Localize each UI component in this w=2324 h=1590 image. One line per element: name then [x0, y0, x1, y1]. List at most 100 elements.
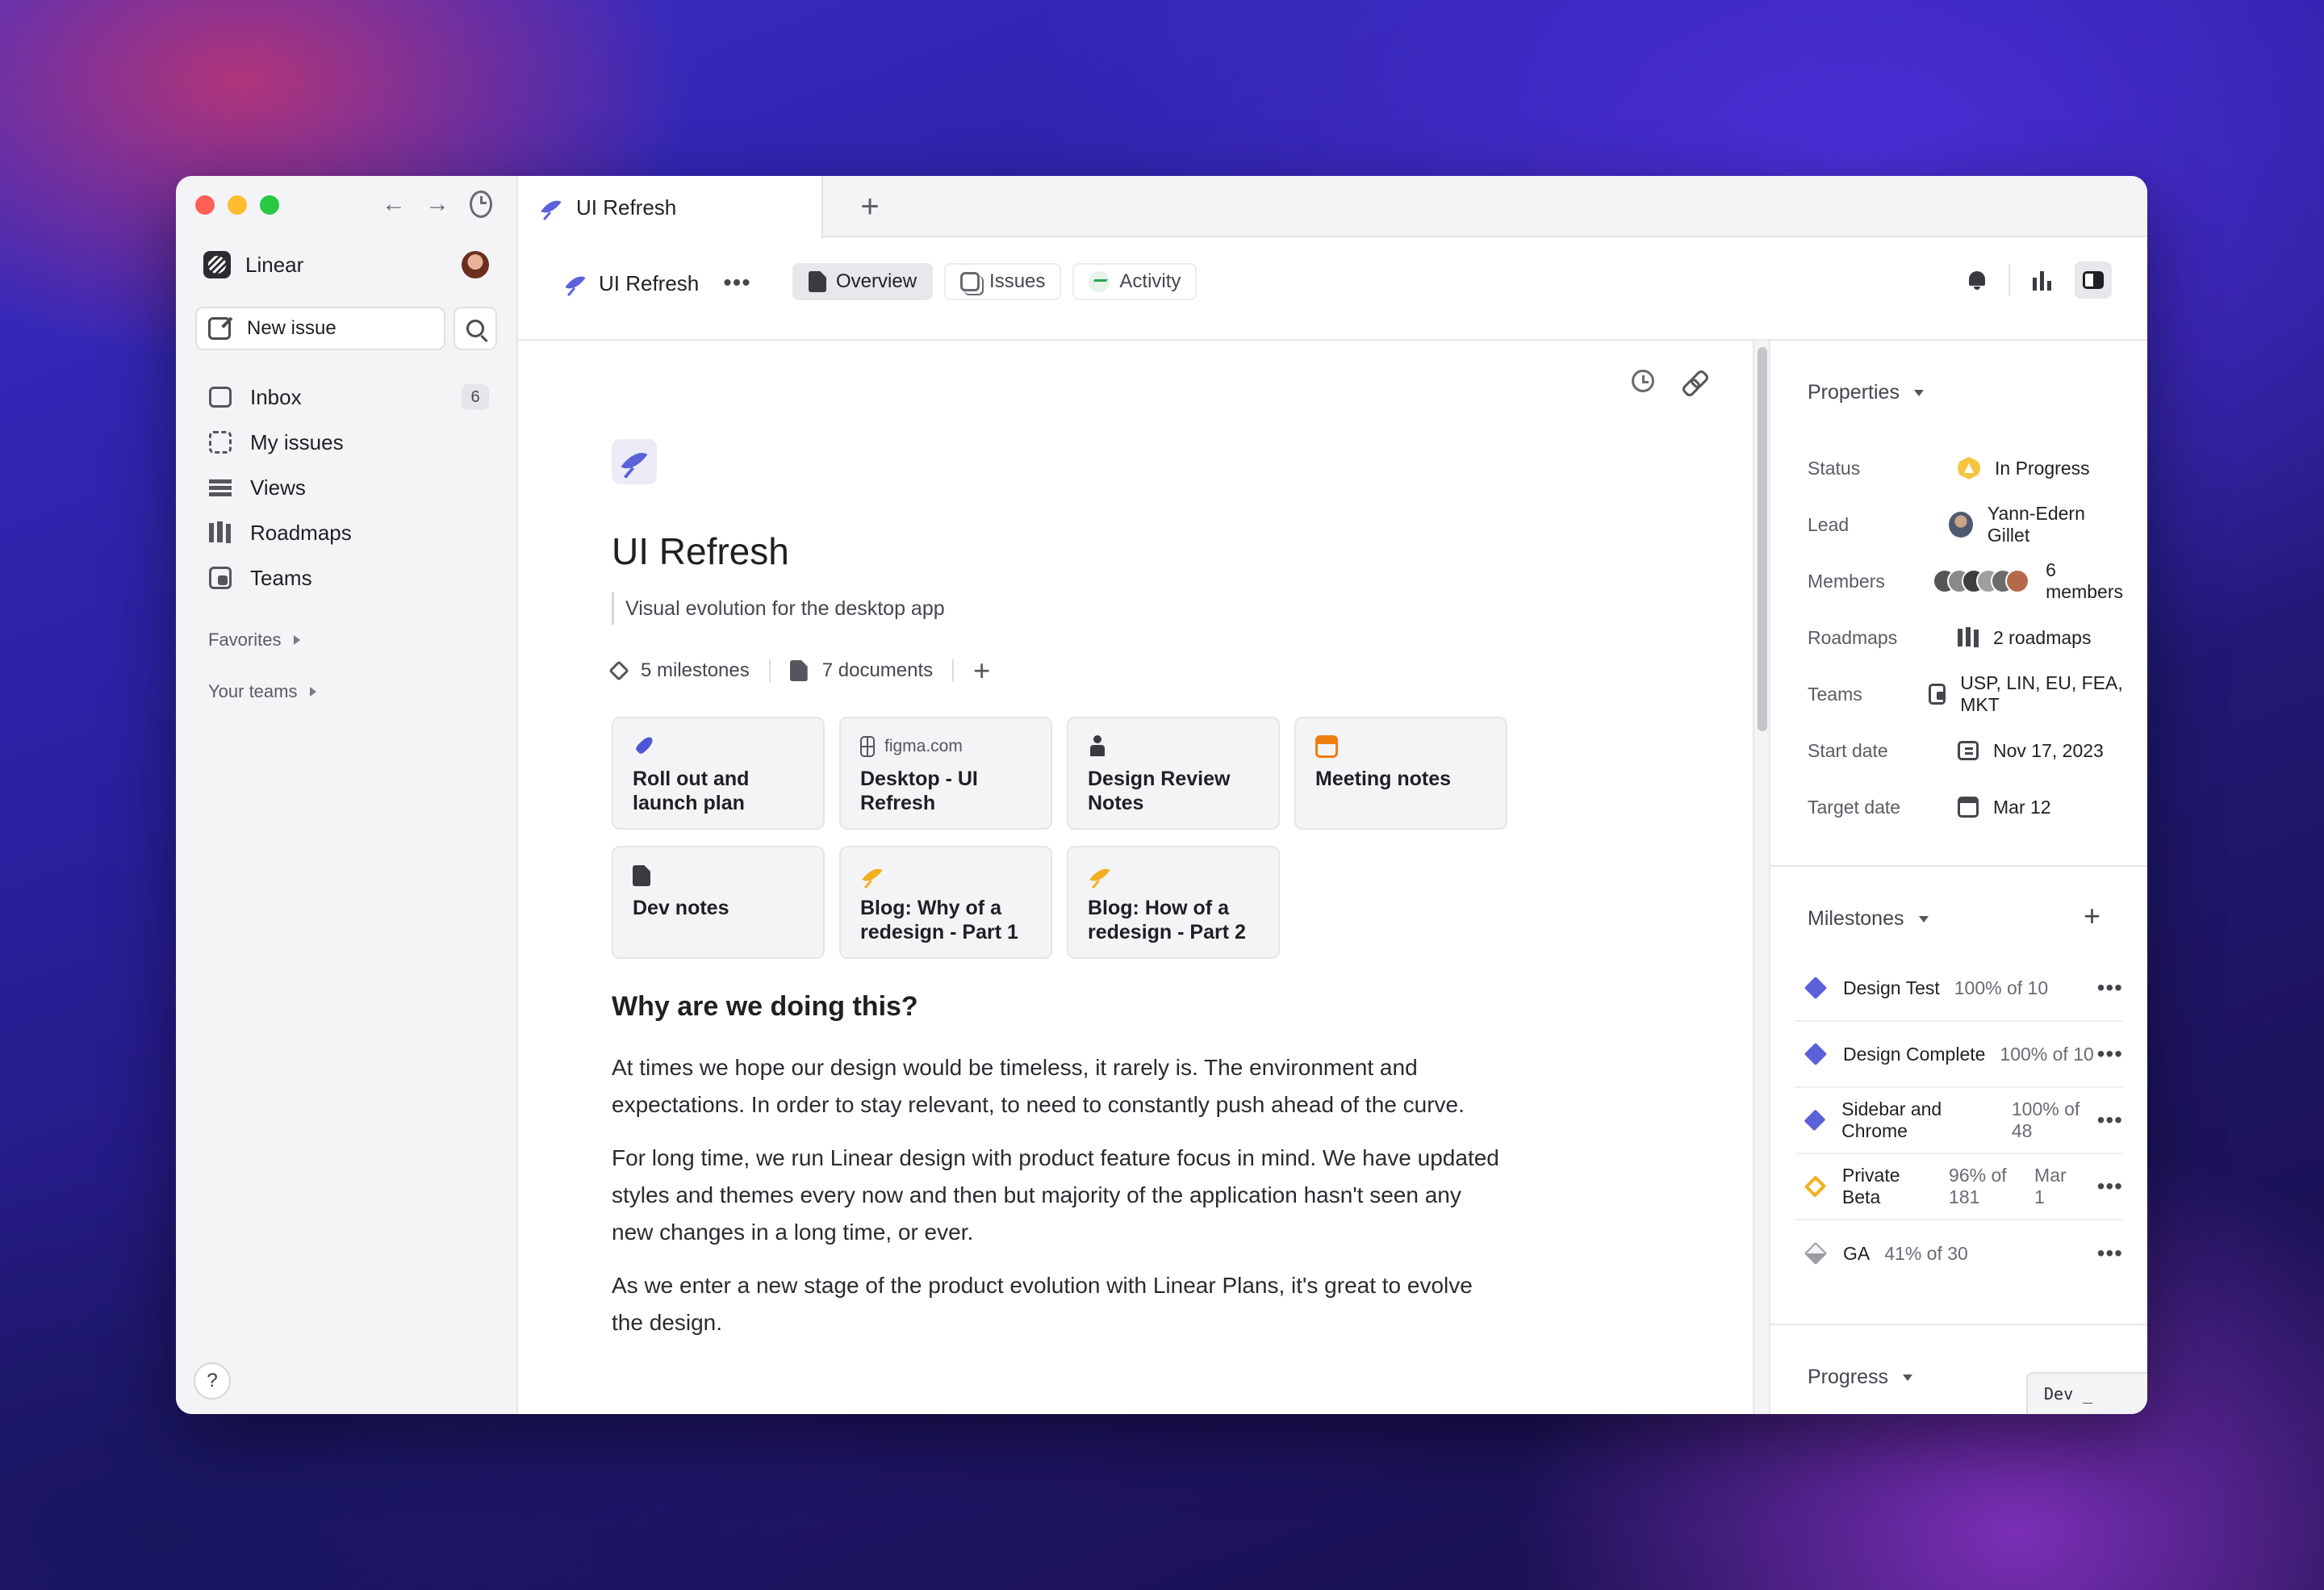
milestones-header[interactable]: Milestones: [1808, 907, 1929, 931]
workspace-switcher[interactable]: Linear: [203, 247, 489, 282]
tab-label: UI Refresh: [576, 195, 677, 220]
sidebar-item-my-issues[interactable]: My issues: [195, 420, 497, 465]
document-card[interactable]: Blog: How of a redesign - Part 2: [1067, 846, 1280, 959]
milestone-row[interactable]: GA 41% of 30 •••: [1795, 1220, 2123, 1287]
favorites-label: Favorites: [208, 630, 282, 650]
favorites-section[interactable]: Favorites: [208, 630, 301, 651]
zoom-window-button[interactable]: [260, 195, 279, 215]
property-roadmaps[interactable]: Roadmaps 2 roadmaps: [1808, 621, 2123, 654]
tab-bar: UI Refresh +: [518, 176, 2147, 239]
milestone-more-button[interactable]: •••: [2097, 1174, 2123, 1199]
new-issue-button[interactable]: New issue: [195, 307, 445, 350]
person-icon: [1088, 735, 1107, 758]
document-icon: [809, 271, 826, 292]
your-teams-label: Your teams: [208, 681, 298, 701]
paragraph: As we enter a new stage of the product e…: [612, 1273, 1473, 1335]
property-teams[interactable]: Teams USP, LIN, EU, FEA, MKT: [1808, 672, 2123, 715]
linear-logo-icon: [203, 251, 231, 278]
documents-count-link[interactable]: 7 documents: [822, 659, 933, 682]
more-options-button[interactable]: •••: [723, 270, 751, 297]
milestone-row[interactable]: Sidebar and Chrome 100% of 48 •••: [1795, 1088, 2123, 1154]
scrollbar[interactable]: [1753, 341, 1769, 1414]
milestone-name: GA: [1843, 1242, 1870, 1264]
milestone-more-button[interactable]: •••: [2097, 1041, 2123, 1067]
user-avatar[interactable]: [462, 251, 489, 278]
project-title[interactable]: UI Refresh: [612, 529, 789, 573]
document-card[interactable]: Design Review Notes: [1067, 717, 1280, 830]
document-card[interactable]: Roll out and launch plan: [612, 717, 825, 830]
card-title: Roll out and launch plan: [633, 768, 750, 814]
activity-icon: [1089, 271, 1110, 292]
search-button[interactable]: [454, 307, 497, 350]
section-heading: Why are we doing this?: [612, 991, 918, 1022]
milestone-row[interactable]: Design Test 100% of 10 •••: [1795, 956, 2123, 1022]
document-body[interactable]: At times we hope our design would be tim…: [612, 1049, 1507, 1358]
card-title: Meeting notes: [1315, 768, 1452, 790]
card-title: Blog: How of a redesign - Part 2: [1088, 897, 1246, 944]
milestone-progress: 100% of 10: [2000, 1043, 2094, 1065]
property-start-date[interactable]: Start date Nov 17, 2023: [1808, 734, 2123, 767]
project-breadcrumb[interactable]: UI Refresh •••: [563, 270, 751, 297]
milestone-more-button[interactable]: •••: [2097, 975, 2123, 1001]
close-window-button[interactable]: [195, 195, 215, 215]
tab-activity[interactable]: Activity: [1072, 263, 1198, 300]
toggle-details-panel-button[interactable]: [2075, 262, 2112, 299]
milestone-progress: 41% of 30: [1884, 1242, 1968, 1264]
milestone-row[interactable]: Design Complete 100% of 10 •••: [1795, 1022, 2123, 1088]
milestone-in-progress-icon: [1804, 1175, 1827, 1198]
milestones-count-link[interactable]: 5 milestones: [641, 659, 750, 682]
caret-right-icon: [294, 635, 301, 645]
property-status[interactable]: Status In Progress: [1808, 452, 2123, 484]
property-target-date[interactable]: Target date Mar 12: [1808, 791, 2123, 823]
document-card[interactable]: Dev notes: [612, 846, 825, 959]
milestone-progress: 100% of 10: [1954, 977, 2049, 998]
sidebar-item-inbox[interactable]: Inbox 6: [195, 374, 497, 420]
project-icon-button[interactable]: [612, 439, 657, 484]
milestone-row[interactable]: Private Beta 96% of 181 Mar 1 •••: [1795, 1154, 2123, 1220]
sidebar-item-label: My issues: [250, 429, 344, 454]
property-lead[interactable]: Lead Yann-Edern Gillet: [1808, 503, 2123, 546]
history-clock-icon[interactable]: [1632, 370, 1654, 392]
copy-link-icon[interactable]: [1682, 370, 1706, 394]
property-members[interactable]: Members 6 members: [1808, 559, 2123, 602]
sidebar-item-label: Roadmaps: [250, 520, 352, 545]
dev-toolbar-tag[interactable]: Dev _: [2026, 1372, 2147, 1414]
tab-ui-refresh[interactable]: UI Refresh: [518, 176, 823, 239]
calendar-icon: [1958, 797, 1979, 818]
your-teams-section[interactable]: Your teams: [208, 681, 317, 702]
milestone-diamond-icon: [608, 660, 629, 681]
sidebar-item-roadmaps[interactable]: Roadmaps: [195, 510, 497, 555]
inbox-count-badge: 6: [462, 384, 489, 410]
scrollbar-thumb[interactable]: [1758, 347, 1767, 731]
sidebar-item-views[interactable]: Views: [195, 465, 497, 510]
help-button[interactable]: ?: [194, 1362, 231, 1400]
add-resource-button[interactable]: +: [973, 654, 990, 688]
sidebar-nav: Inbox 6 My issues Views Roadmaps Teams: [195, 374, 497, 600]
project-summary[interactable]: Visual evolution for the desktop app: [612, 592, 945, 625]
milestone-more-button[interactable]: •••: [2097, 1107, 2123, 1133]
start-date-value: Nov 17, 2023: [1993, 739, 2104, 761]
progress-header[interactable]: Progress: [1808, 1366, 1913, 1389]
caret-down-icon: [1918, 915, 1929, 923]
forward-arrow-icon[interactable]: →: [425, 190, 449, 218]
document-card[interactable]: figma.com Desktop - UI Refresh: [839, 717, 1052, 830]
sidebar-item-teams[interactable]: Teams: [195, 555, 497, 600]
document-card[interactable]: Meeting notes: [1294, 717, 1507, 830]
notifications-bell-icon[interactable]: [1967, 270, 1988, 291]
tab-issues[interactable]: Issues: [944, 263, 1062, 300]
property-label: Members: [1808, 570, 1885, 592]
milestone-name: Design Complete: [1843, 1043, 1986, 1065]
workspace-name: Linear: [245, 252, 304, 277]
insights-chart-icon[interactable]: [2031, 270, 2054, 291]
tab-overview[interactable]: Overview: [792, 263, 934, 300]
add-milestone-button[interactable]: +: [2084, 899, 2100, 933]
milestone-more-button[interactable]: •••: [2097, 1241, 2123, 1266]
history-button[interactable]: [470, 190, 492, 218]
back-arrow-icon[interactable]: ←: [382, 190, 406, 218]
member-avatars: [1933, 569, 2046, 593]
document-card[interactable]: Blog: Why of a redesign - Part 1: [839, 846, 1052, 959]
new-tab-button[interactable]: +: [855, 189, 884, 224]
milestone-progress: 100% of 48: [2011, 1098, 2080, 1141]
properties-header[interactable]: Properties: [1808, 381, 1924, 404]
minimize-window-button[interactable]: [228, 195, 247, 215]
